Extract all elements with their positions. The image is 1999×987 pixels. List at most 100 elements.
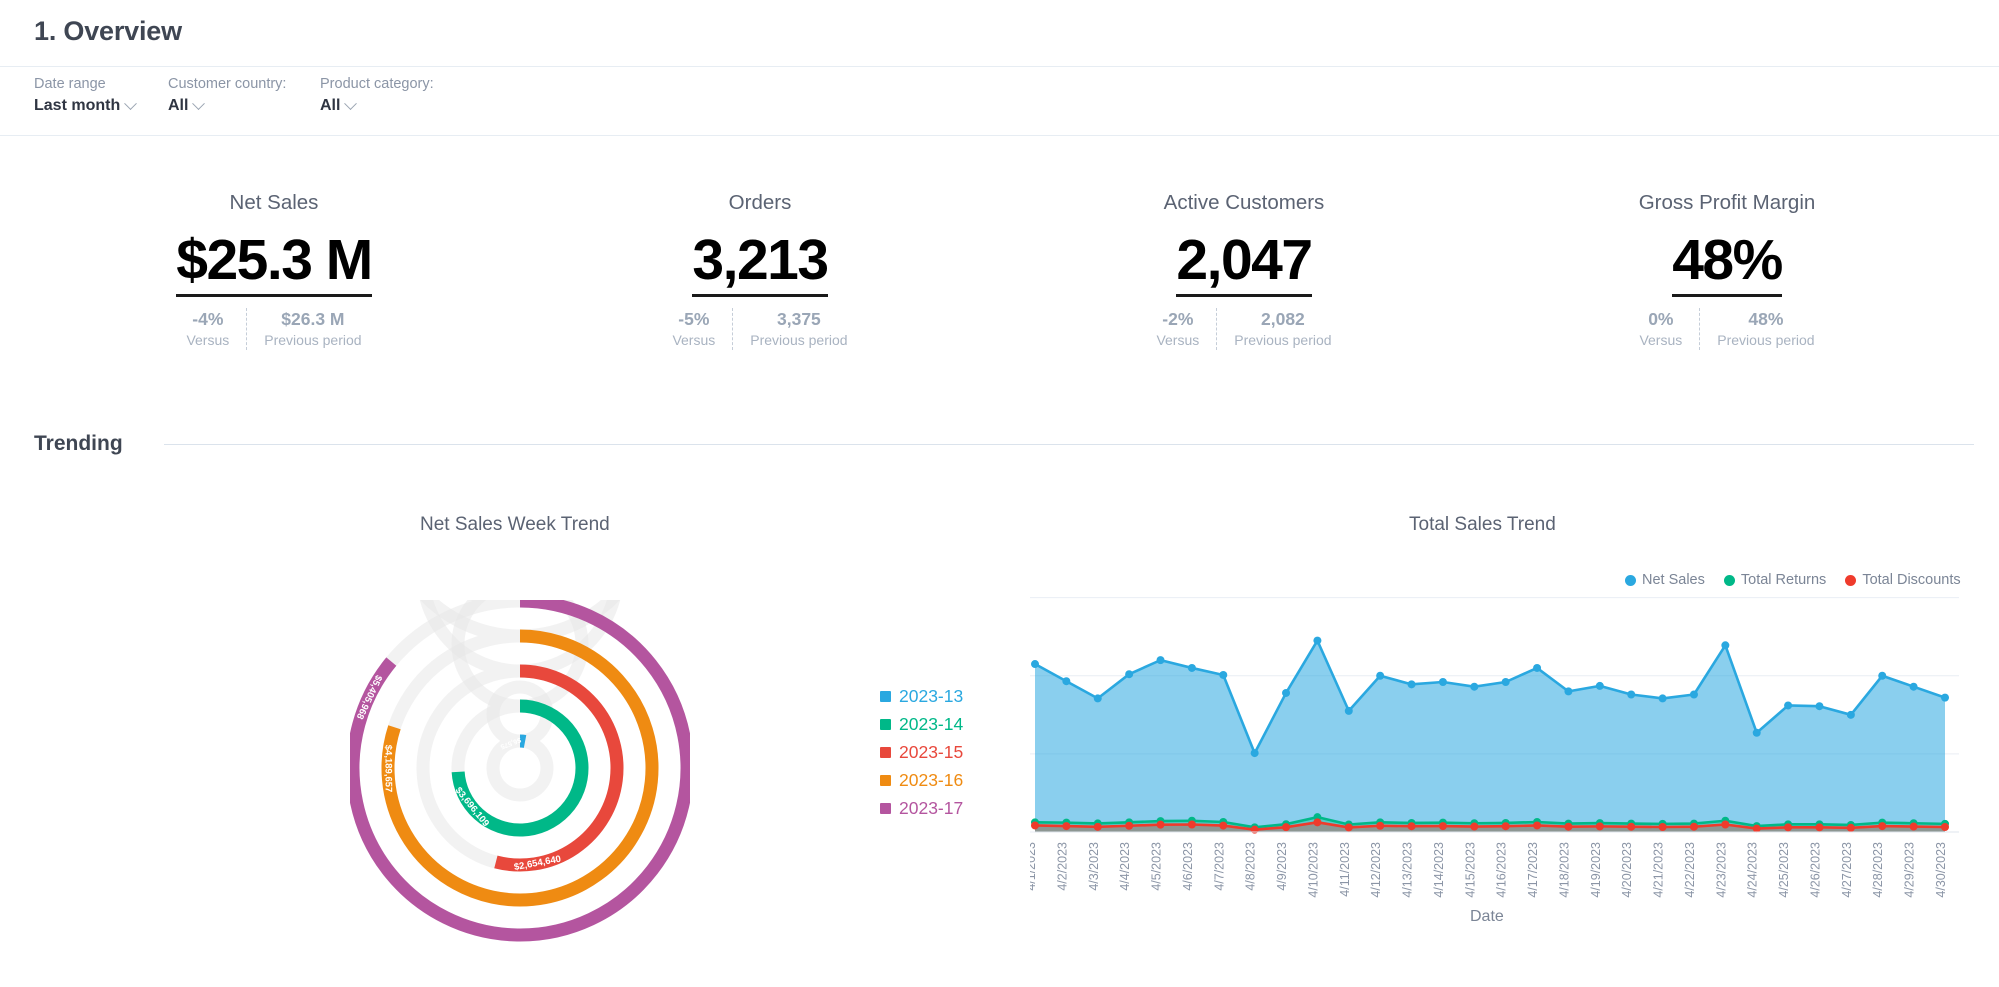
filter-date-range-value-text: Last month — [34, 95, 120, 117]
data-point[interactable] — [1784, 823, 1792, 831]
data-point[interactable] — [1157, 821, 1165, 829]
data-point[interactable] — [1815, 823, 1823, 831]
data-point[interactable] — [1282, 823, 1290, 831]
data-point[interactable] — [1188, 821, 1196, 829]
data-point[interactable] — [1847, 711, 1855, 719]
section-title: Trending — [34, 432, 123, 456]
data-point[interactable] — [1125, 822, 1133, 830]
data-point[interactable] — [1753, 825, 1761, 833]
data-point[interactable] — [1251, 749, 1259, 757]
data-point[interactable] — [1659, 823, 1667, 831]
data-point[interactable] — [1502, 822, 1510, 830]
data-point[interactable] — [1627, 691, 1635, 699]
kpi-title: Orders — [545, 190, 975, 216]
x-axis-tick-label: 4/5/2023 — [1150, 842, 1164, 891]
data-point[interactable] — [1345, 823, 1353, 831]
data-point[interactable] — [1408, 680, 1416, 688]
data-point[interactable] — [1031, 821, 1039, 829]
kpi-value-block: $25.3 M — [174, 228, 373, 297]
legend-swatch-icon — [880, 691, 891, 702]
filter-bar: Date range Last month Customer country: … — [0, 76, 1999, 134]
kpi-change: 0% Versus — [1622, 308, 1699, 350]
kpi-underline — [692, 294, 827, 297]
data-point[interactable] — [1815, 702, 1823, 710]
radial-bar-chart[interactable]: $6,575$3,696,109$2,654,640$4,189,657$5,4… — [350, 600, 690, 945]
radial-legend-item-2023-13[interactable]: 2023-13 — [880, 682, 963, 710]
radial-legend-item-2023-15[interactable]: 2023-15 — [880, 738, 963, 766]
data-point[interactable] — [1031, 660, 1039, 668]
data-point[interactable] — [1690, 691, 1698, 699]
data-point[interactable] — [1753, 729, 1761, 737]
data-point[interactable] — [1910, 823, 1918, 831]
x-axis-tick-label: 4/13/2023 — [1401, 842, 1415, 898]
data-point[interactable] — [1941, 823, 1949, 831]
data-point[interactable] — [1439, 822, 1447, 830]
data-point[interactable] — [1533, 664, 1541, 672]
data-point[interactable] — [1847, 824, 1855, 832]
data-point[interactable] — [1721, 821, 1729, 829]
data-point[interactable] — [1125, 670, 1133, 678]
data-point[interactable] — [1690, 823, 1698, 831]
filter-product-category[interactable]: Product category: All — [320, 76, 434, 117]
data-point[interactable] — [1564, 823, 1572, 831]
data-point[interactable] — [1596, 682, 1604, 690]
data-point[interactable] — [1376, 822, 1384, 830]
data-point[interactable] — [1188, 664, 1196, 672]
chart-title-total-sales-trend: Total Sales Trend — [1409, 514, 1556, 536]
radial-legend-item-2023-17[interactable]: 2023-17 — [880, 794, 963, 822]
radial-chart-svg: $6,575$3,696,109$2,654,640$4,189,657$5,4… — [350, 600, 690, 945]
radial-legend-item-2023-16[interactable]: 2023-16 — [880, 766, 963, 794]
data-point[interactable] — [1219, 671, 1227, 679]
data-point[interactable] — [1596, 822, 1604, 830]
kpi-card-orders[interactable]: Orders 3,213 -5% Versus 3,375 Previous p… — [545, 190, 975, 350]
data-point[interactable] — [1470, 823, 1478, 831]
filter-customer-country-value[interactable]: All — [168, 95, 286, 117]
data-point[interactable] — [1157, 656, 1165, 664]
data-point[interactable] — [1282, 689, 1290, 697]
data-point[interactable] — [1345, 707, 1353, 715]
data-point[interactable] — [1627, 823, 1635, 831]
data-point[interactable] — [1910, 683, 1918, 691]
kpi-card-gross-profit-margin[interactable]: Gross Profit Margin 48% 0% Versus 48% Pr… — [1512, 190, 1942, 350]
data-point[interactable] — [1062, 677, 1070, 685]
data-point[interactable] — [1313, 637, 1321, 645]
x-axis-tick-label: 4/26/2023 — [1808, 842, 1822, 898]
data-point[interactable] — [1219, 822, 1227, 830]
kpi-value: 48% — [1672, 228, 1782, 292]
filter-customer-country[interactable]: Customer country: All — [168, 76, 286, 117]
data-point[interactable] — [1470, 683, 1478, 691]
kpi-previous-label: Previous period — [1234, 330, 1331, 350]
x-axis-tick-label: 4/11/2023 — [1338, 842, 1352, 897]
data-point[interactable] — [1784, 701, 1792, 709]
area-line-chart[interactable]: 0$500.0 K$1.0 M$1.5 M4/1/20234/2/20234/3… — [1030, 570, 1990, 950]
data-point[interactable] — [1502, 678, 1510, 686]
data-point[interactable] — [1408, 822, 1416, 830]
data-point[interactable] — [1659, 694, 1667, 702]
data-point[interactable] — [1564, 687, 1572, 695]
data-point[interactable] — [1094, 823, 1102, 831]
data-point[interactable] — [1533, 821, 1541, 829]
chart-title-net-sales-week-trend: Net Sales Week Trend — [420, 514, 610, 536]
data-point[interactable] — [1313, 818, 1321, 826]
data-point[interactable] — [1376, 672, 1384, 680]
filter-product-category-value[interactable]: All — [320, 95, 434, 117]
data-point[interactable] — [1941, 694, 1949, 702]
legend-swatch-icon — [880, 747, 891, 758]
kpi-change: -5% Versus — [655, 308, 732, 350]
data-point[interactable] — [1062, 822, 1070, 830]
kpi-card-net-sales[interactable]: Net Sales $25.3 M -4% Versus $26.3 M Pre… — [59, 190, 489, 350]
kpi-row: Net Sales $25.3 M -4% Versus $26.3 M Pre… — [0, 190, 1999, 380]
kpi-card-active-customers[interactable]: Active Customers 2,047 -2% Versus 2,082 … — [1029, 190, 1459, 350]
data-point[interactable] — [1094, 694, 1102, 702]
x-axis-tick-label: 4/7/2023 — [1212, 842, 1226, 891]
data-point[interactable] — [1878, 672, 1886, 680]
data-point[interactable] — [1439, 678, 1447, 686]
filter-date-range-value[interactable]: Last month — [34, 95, 135, 117]
kpi-previous-label: Previous period — [264, 330, 361, 350]
radial-legend-item-2023-14[interactable]: 2023-14 — [880, 710, 963, 738]
data-point[interactable] — [1721, 641, 1729, 649]
x-axis-tick-label: 4/9/2023 — [1275, 842, 1289, 891]
filter-date-range[interactable]: Date range Last month — [34, 76, 135, 117]
data-point[interactable] — [1878, 822, 1886, 830]
kpi-comparison: 0% Versus 48% Previous period — [1512, 308, 1942, 350]
